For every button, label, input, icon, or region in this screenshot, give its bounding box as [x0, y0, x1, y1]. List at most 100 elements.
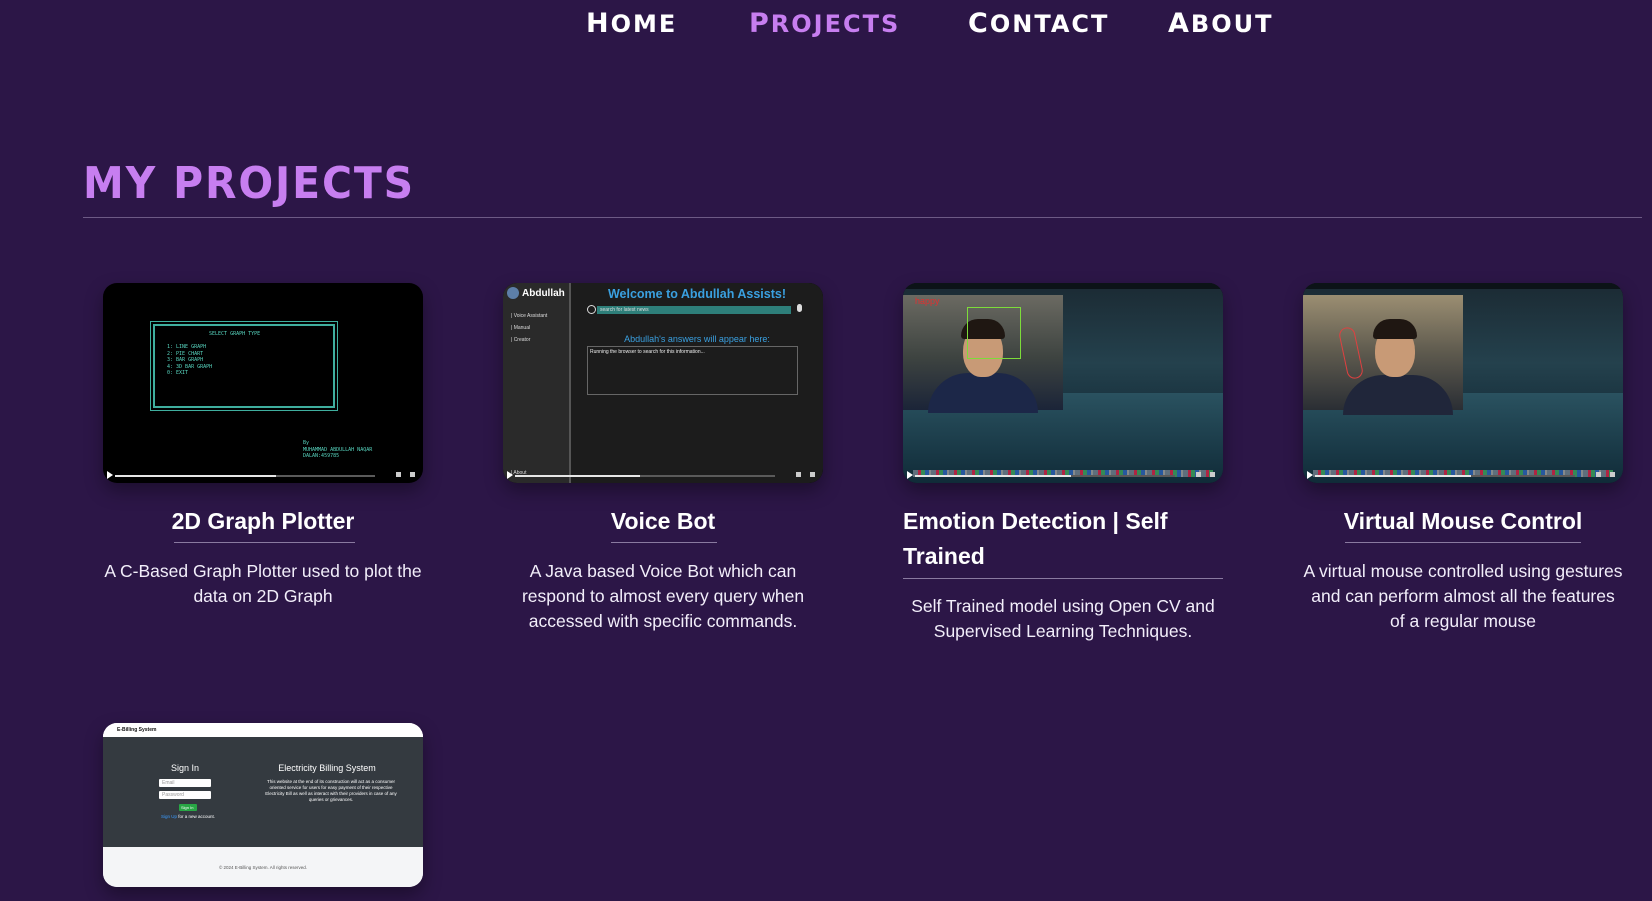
voicebot-logo-icon [507, 287, 519, 299]
nav-contact[interactable]: CONTACT [968, 8, 1109, 39]
voicebot-brand: Abdullah [522, 288, 565, 299]
graph-credit: By MUHAMMAD ABDULLAH NAQAR DALAN:459785 [303, 440, 373, 459]
video-progress-fill [915, 475, 1071, 477]
face-detection-box [967, 307, 1021, 359]
project-title-underline [903, 578, 1223, 579]
fullscreen-icon[interactable] [1210, 472, 1215, 477]
volume-icon[interactable] [396, 472, 401, 477]
top-nav: HOME PROJECTS CONTACT ABOUT [0, 0, 1652, 60]
video-controls [103, 469, 423, 483]
nav-home[interactable]: HOME [586, 8, 677, 39]
project-image-e-billing[interactable]: E-Billing System Sign In Email Password … [103, 723, 423, 887]
project-title-underline [174, 542, 355, 543]
ebill-main: Sign In Email Password Sign In Sign Up f… [103, 737, 423, 847]
project-title: Voice Bot [610, 508, 716, 534]
video-controls [903, 469, 1223, 483]
voicebot-welcome: Welcome to Abdullah Assists! [607, 287, 787, 301]
voicebot-answer-box: Running the browser to search for this i… [587, 346, 798, 395]
ebill-about-heading: Electricity Billing System [278, 763, 376, 773]
play-icon[interactable] [1307, 471, 1313, 479]
ebill-navbar: E-Billing System [103, 723, 423, 737]
nav-about-initial: A [1168, 8, 1191, 39]
video-progress-track[interactable] [515, 475, 775, 477]
project-video-graph-plotter[interactable]: SELECT GRAPH TYPE 1: LINE GRAPH 2: PIE C… [103, 283, 423, 483]
desktop-menubar [1303, 283, 1623, 289]
volume-icon[interactable] [1196, 472, 1201, 477]
ebill-footer: © 2024 E-Billing System. All rights rese… [103, 847, 423, 887]
project-title: 2D Graph Plotter [171, 508, 355, 534]
nav-contact-initial: C [968, 8, 990, 39]
video-progress-track[interactable] [915, 475, 1175, 477]
emotion-label: happy [915, 296, 940, 306]
title-divider [83, 217, 1642, 218]
person-body [1343, 375, 1453, 415]
webcam-feed [1303, 295, 1463, 415]
nav-projects-initial: P [749, 8, 771, 39]
ebill-email-placeholder: Email [162, 780, 175, 786]
play-icon[interactable] [507, 471, 513, 479]
voicebot-answer-text: Running the browser to search for this i… [590, 349, 705, 355]
ebill-footer-text: © 2024 E-Billing System. All rights rese… [218, 865, 308, 870]
fullscreen-icon[interactable] [810, 472, 815, 477]
ebill-signup-line: Sign Up for a new account. [161, 814, 215, 819]
project-title-underline [1345, 542, 1581, 543]
microphone-icon [797, 304, 802, 312]
voicebot-search-field: search for latest news [597, 306, 791, 314]
person-body [928, 373, 1038, 413]
video-controls [503, 469, 823, 483]
nav-projects-rest: ROJECTS [770, 10, 901, 38]
play-icon[interactable] [107, 471, 113, 479]
fullscreen-icon[interactable] [410, 472, 415, 477]
project-description: A virtual mouse controlled using gesture… [1303, 561, 1623, 631]
hand-landmarks [1337, 325, 1365, 381]
fullscreen-icon[interactable] [1610, 472, 1615, 477]
video-progress-fill [115, 475, 277, 477]
voicebot-menu-creator: | Creator [511, 337, 531, 343]
search-icon [587, 305, 596, 314]
project-description: A C-Based Graph Plotter used to plot the… [104, 561, 422, 606]
ebill-signup-link[interactable]: Sign Up [161, 814, 177, 819]
video-progress-fill [1315, 475, 1471, 477]
video-progress-track[interactable] [1315, 475, 1575, 477]
ebill-signin-button[interactable]: Sign In [179, 804, 197, 811]
ebill-brand: E-Billing System [117, 727, 157, 733]
video-progress-track[interactable] [115, 475, 375, 477]
nav-home-initial: H [586, 8, 611, 39]
nav-home-rest: OME [610, 10, 678, 38]
voicebot-answers-label: Abdullah's answers will appear here: [624, 334, 770, 344]
ebill-password-input[interactable]: Password [159, 791, 211, 799]
project-description: A Java based Voice Bot which can respond… [521, 561, 805, 631]
volume-icon[interactable] [1596, 472, 1601, 477]
ebill-signin-heading: Sign In [170, 763, 200, 773]
volume-icon[interactable] [796, 472, 801, 477]
project-video-emotion-detection[interactable]: happy [903, 283, 1223, 483]
graph-menu-options: 1: LINE GRAPH 2: PIE CHART 3: BAR GRAPH … [167, 344, 213, 376]
project-title: Virtual Mouse Control [1343, 508, 1583, 534]
voicebot-menu-manual: | Manual [511, 325, 531, 331]
play-icon[interactable] [907, 471, 913, 479]
page-title: MY PROJECTS [83, 158, 415, 209]
video-controls [1303, 469, 1623, 483]
desktop-menubar [903, 283, 1223, 289]
voicebot-search-value: search for latest news [600, 307, 649, 313]
ebill-about-text: This website at the end of its construct… [265, 779, 397, 802]
ebill-password-placeholder: Password [162, 792, 184, 798]
ebill-signup-rest: for a new account. [177, 814, 216, 819]
ebill-signin-button-label: Sign In [181, 805, 194, 810]
nav-about-rest: BOUT [1190, 10, 1274, 38]
nav-about[interactable]: ABOUT [1168, 8, 1273, 39]
project-video-voice-bot[interactable]: Abdullah | Voice Assistant | Manual | Cr… [503, 283, 823, 483]
nav-projects[interactable]: PROJECTS [749, 8, 900, 39]
graph-menu-heading: SELECT GRAPH TYPE [209, 331, 261, 337]
voicebot-sidebar: Abdullah | Voice Assistant | Manual | Cr… [503, 283, 571, 483]
project-video-virtual-mouse[interactable] [1303, 283, 1623, 483]
voicebot-menu-voice: | Voice Assistant [511, 313, 548, 319]
voicebot-main: Welcome to Abdullah Assists! search for … [571, 283, 823, 483]
ebill-email-input[interactable]: Email [159, 779, 211, 787]
project-title-underline [611, 542, 717, 543]
nav-contact-rest: ONTACT [989, 10, 1110, 38]
project-title: Emotion Detection | Self Trained [903, 508, 1168, 569]
graph-menu-frame: SELECT GRAPH TYPE 1: LINE GRAPH 2: PIE C… [150, 321, 338, 411]
webcam-feed: happy [903, 295, 1063, 413]
project-description: Self Trained model using Open CV and Sup… [911, 596, 1215, 641]
